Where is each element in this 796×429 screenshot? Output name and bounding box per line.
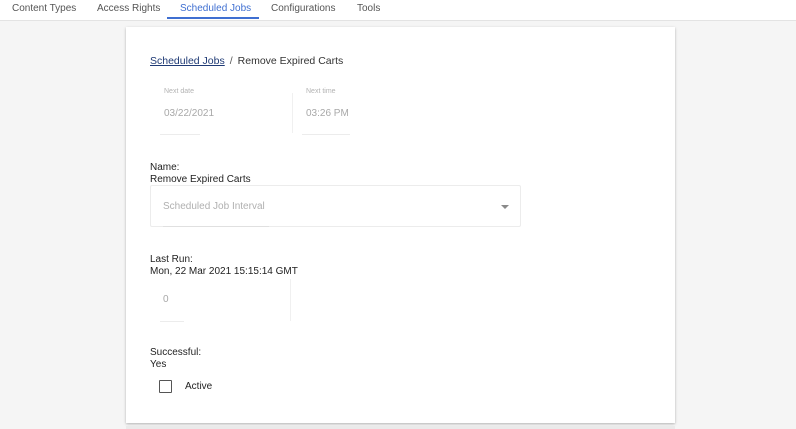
interval-select-underline bbox=[163, 226, 269, 227]
dropdown-arrow-icon[interactable] bbox=[501, 205, 509, 209]
scheduled-job-interval-select[interactable]: Scheduled Job Interval bbox=[150, 185, 521, 227]
next-time-underline bbox=[302, 134, 350, 135]
breadcrumb: Scheduled Jobs / Remove Expired Carts bbox=[150, 55, 343, 67]
numeric-input-field[interactable]: 0 bbox=[156, 279, 291, 322]
breadcrumb-current: Remove Expired Carts bbox=[237, 55, 344, 67]
active-checkbox[interactable] bbox=[159, 380, 172, 393]
tab-access-rights[interactable]: Access Rights bbox=[97, 3, 160, 14]
next-time-value: 03:26 PM bbox=[306, 108, 349, 119]
active-tab-indicator bbox=[167, 17, 259, 19]
tab-configurations[interactable]: Configurations bbox=[271, 3, 335, 14]
next-date-label: Next date bbox=[164, 88, 194, 95]
last-run-value: Mon, 22 Mar 2021 15:15:14 GMT bbox=[150, 266, 298, 277]
next-date-field[interactable]: Next date 03/22/2021 bbox=[160, 88, 284, 136]
next-date-underline bbox=[160, 134, 200, 135]
top-tab-bar: Content Types Access Rights Scheduled Jo… bbox=[0, 0, 796, 21]
next-time-label: Next time bbox=[306, 88, 336, 95]
last-run-label: Last Run: bbox=[150, 254, 193, 265]
name-label: Name: bbox=[150, 162, 180, 173]
tab-tools[interactable]: Tools bbox=[357, 3, 380, 14]
interval-select-placeholder: Scheduled Job Interval bbox=[163, 201, 265, 212]
numeric-input-value: 0 bbox=[163, 294, 169, 305]
successful-label: Successful: bbox=[150, 347, 202, 358]
breadcrumb-separator: / bbox=[229, 55, 233, 67]
active-checkbox-label[interactable]: Active bbox=[185, 381, 212, 392]
next-time-field[interactable]: Next time 03:26 PM bbox=[302, 88, 406, 136]
breadcrumb-link-scheduled-jobs[interactable]: Scheduled Jobs bbox=[150, 55, 225, 67]
numeric-input-underline bbox=[160, 321, 184, 322]
scheduled-job-card: Scheduled Jobs / Remove Expired Carts Next… bbox=[126, 27, 675, 423]
field-divider bbox=[292, 93, 293, 133]
tab-content-types[interactable]: Content Types bbox=[12, 3, 76, 14]
successful-value: Yes bbox=[150, 359, 167, 370]
next-date-value: 03/22/2021 bbox=[164, 108, 215, 119]
tab-scheduled-jobs[interactable]: Scheduled Jobs bbox=[180, 3, 251, 14]
